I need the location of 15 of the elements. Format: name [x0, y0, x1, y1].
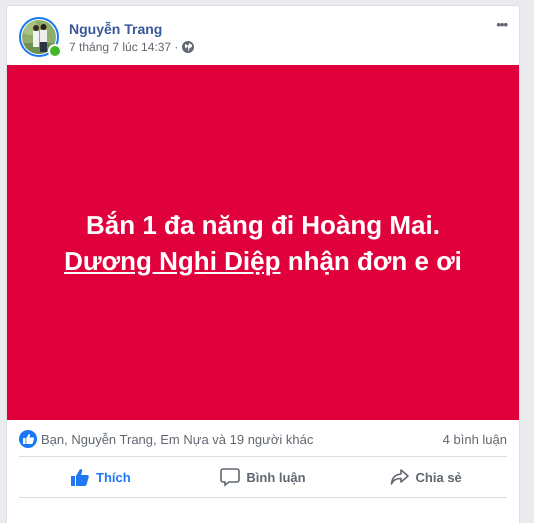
- share-action-button[interactable]: Chia sẻ: [344, 461, 508, 493]
- like-action-button[interactable]: Thích: [19, 461, 182, 493]
- more-options-button[interactable]: •••: [496, 17, 507, 32]
- globe-icon: [182, 40, 194, 52]
- mention-link[interactable]: Dương Nghi Diệp: [64, 246, 280, 276]
- comment-action-button[interactable]: Bình luận: [182, 461, 344, 493]
- reaction-summary[interactable]: Bạn, Nguyễn Trang, Em Nựa và 19 người khác: [41, 432, 439, 446]
- post-text: Bắn 1 đa năng đi Hoàng Mai. Dương Nghi Diệp nhận đơn e ơi: [63, 208, 463, 278]
- author-name[interactable]: Nguyễn Trang: [69, 20, 486, 36]
- thumbs-up-icon: [70, 467, 90, 487]
- post-time[interactable]: 7 tháng 7 lúc 14:37 ·: [69, 40, 178, 54]
- like-reaction-icon: [19, 430, 37, 448]
- speech-bubble-icon: [220, 467, 240, 487]
- share-arrow-icon: [390, 467, 410, 487]
- comment-count[interactable]: 4 bình luận: [442, 432, 507, 446]
